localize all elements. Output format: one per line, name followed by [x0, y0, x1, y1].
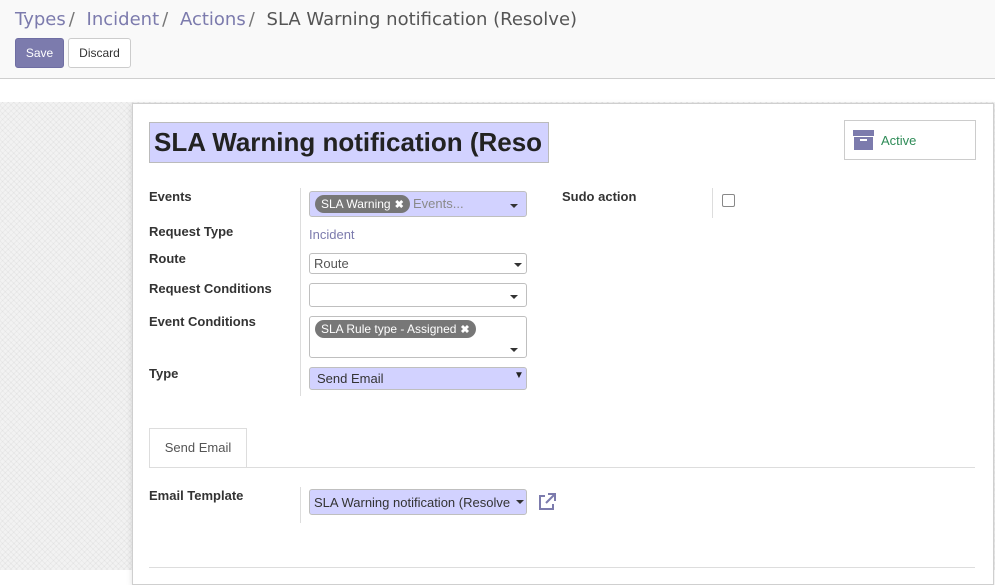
breadcrumb-item-incident[interactable]: Incident: [87, 9, 160, 30]
discard-button[interactable]: Discard: [68, 38, 131, 68]
breadcrumb-item-types[interactable]: Types: [15, 9, 66, 30]
chevron-down-icon[interactable]: [516, 500, 524, 504]
save-button[interactable]: Save: [15, 38, 64, 68]
route-placeholder: Route: [314, 256, 349, 271]
chevron-down-icon[interactable]: [510, 204, 518, 208]
breadcrumb-separator: /: [68, 9, 75, 30]
event-conditions-field[interactable]: SLA Rule type - Assigned ✖: [309, 316, 527, 358]
request-type-value[interactable]: Incident: [309, 227, 355, 242]
chevron-down-icon[interactable]: [510, 295, 518, 299]
chevron-down-icon[interactable]: [514, 263, 522, 267]
event-tag-label: SLA Warning: [321, 197, 391, 211]
route-field[interactable]: Route: [309, 253, 527, 274]
section-divider: [149, 567, 975, 568]
sudo-action-checkbox[interactable]: [722, 194, 735, 207]
route-label: Route: [149, 251, 186, 266]
breadcrumb-separator: /: [162, 9, 169, 30]
event-tag: SLA Warning ✖: [315, 195, 410, 213]
column-divider: [300, 487, 301, 523]
active-label: Active: [881, 133, 917, 148]
chevron-down-icon[interactable]: [510, 348, 518, 352]
events-placeholder: Events...: [413, 196, 464, 211]
events-field[interactable]: SLA Warning ✖ Events...: [309, 191, 527, 217]
close-icon[interactable]: ✖: [395, 199, 404, 211]
type-label: Type: [149, 366, 179, 381]
column-divider: [300, 188, 301, 396]
breadcrumb-separator: /: [248, 9, 255, 30]
tab-divider: [149, 467, 975, 468]
event-conditions-label: Event Conditions: [149, 314, 256, 329]
external-link-icon[interactable]: [537, 492, 557, 512]
form-sheet: SLA Warning notification (Reso Active Ev…: [132, 103, 994, 585]
event-condition-tag-label: SLA Rule type - Assigned: [321, 322, 457, 336]
type-value: Send Email: [317, 371, 384, 386]
request-type-label: Request Type: [149, 224, 234, 239]
events-label: Events: [149, 189, 192, 204]
chevron-down-icon[interactable]: ▼: [514, 370, 524, 381]
event-condition-tag: SLA Rule type - Assigned ✖: [315, 320, 476, 338]
email-template-value: SLA Warning notification (Resolve: [314, 495, 510, 510]
email-template-label: Email Template: [149, 488, 244, 503]
archive-box-icon: [853, 130, 874, 150]
breadcrumb-item-actions[interactable]: Actions: [180, 9, 246, 30]
tab-send-email[interactable]: Send Email: [149, 428, 247, 468]
breadcrumb-current: SLA Warning notification (Resolve): [266, 9, 578, 30]
active-toggle-button[interactable]: Active: [844, 120, 976, 160]
column-divider: [712, 188, 713, 218]
control-panel: Types / Incident / Actions / SLA Warning no…: [0, 0, 995, 79]
close-icon[interactable]: ✖: [460, 324, 469, 336]
breadcrumb: Types / Incident / Actions / SLA Warning no…: [15, 9, 577, 30]
request-conditions-field[interactable]: [309, 283, 527, 307]
sudo-action-label: Sudo action: [562, 189, 637, 204]
request-conditions-label: Request Conditions: [149, 281, 272, 296]
title-input[interactable]: SLA Warning notification (Reso: [149, 122, 549, 163]
type-select[interactable]: Send Email ▼: [309, 367, 527, 390]
email-template-field[interactable]: SLA Warning notification (Resolve: [309, 489, 527, 515]
